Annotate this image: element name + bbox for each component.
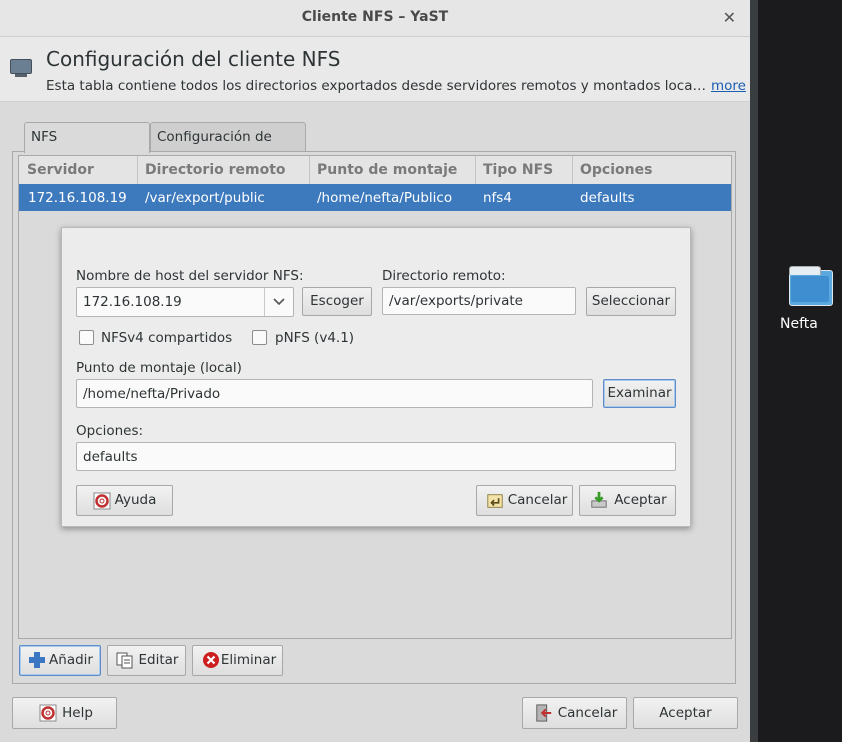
- dialog-help-button[interactable]: Ayuda: [76, 485, 173, 516]
- browse-button[interactable]: Examinar: [603, 379, 676, 408]
- cell-nfs-type: nfs4: [483, 190, 512, 206]
- pnfs-checkbox[interactable]: [252, 330, 267, 345]
- nfs-share-dialog: Nombre de host del servidor NFS: 172.16.…: [61, 227, 691, 527]
- page-description: Esta tabla contiene todos los directorio…: [46, 78, 706, 94]
- close-icon[interactable]: ✕: [723, 8, 736, 27]
- desktop-folder-label: Nefta: [780, 316, 818, 332]
- lifebuoy-icon: [39, 704, 57, 722]
- dialog-help-label: Ayuda: [114, 492, 157, 508]
- page-title: Configuración del cliente NFS: [46, 47, 341, 71]
- add-button[interactable]: Añadir: [19, 645, 101, 676]
- table-header: Servidor Directorio remoto Punto de mont…: [19, 156, 731, 185]
- column-header-remote-dir[interactable]: Directorio remoto: [145, 162, 286, 178]
- dialog-cancel-button[interactable]: Cancelar: [476, 485, 573, 516]
- dialog-accept-label: Aceptar: [614, 492, 667, 508]
- desktop-folder-nefta[interactable]: Nefta: [780, 266, 840, 332]
- cell-mount-point: /home/nefta/Publico: [317, 190, 453, 206]
- network-computer-icon: [10, 59, 32, 77]
- more-link[interactable]: more: [711, 78, 746, 94]
- window-title: Cliente NFS – YaST: [301, 9, 449, 25]
- options-input[interactable]: [76, 442, 676, 471]
- add-button-label: Añadir: [49, 652, 93, 668]
- help-button-label: Help: [62, 705, 93, 721]
- exit-door-icon: [536, 704, 552, 722]
- nfsv4-checkbox[interactable]: [79, 330, 94, 345]
- table-row[interactable]: 172.16.108.19 /var/export/public /home/n…: [19, 184, 731, 211]
- column-header-mount-point[interactable]: Punto de montaje: [317, 162, 457, 178]
- edit-icon: [116, 652, 133, 669]
- help-button[interactable]: Help: [12, 697, 117, 729]
- footer-cancel-label: Cancelar: [557, 705, 618, 721]
- cancel-arrow-icon: [487, 494, 503, 508]
- server-hostname-combo[interactable]: 172.16.108.19: [76, 287, 294, 317]
- mount-point-label: Punto de montaje (local): [76, 360, 242, 376]
- dialog-accept-button[interactable]: Aceptar: [579, 485, 676, 516]
- add-icon: [29, 652, 45, 668]
- column-header-options[interactable]: Opciones: [580, 162, 652, 178]
- footer-cancel-button[interactable]: Cancelar: [522, 697, 627, 729]
- server-hostname-label: Nombre de host del servidor NFS:: [76, 268, 304, 284]
- column-header-nfs-type[interactable]: Tipo NFS: [483, 162, 553, 178]
- cell-options: defaults: [580, 190, 635, 206]
- nfsv4-label: NFSv4 compartidos: [101, 330, 233, 346]
- pnfs-label: pNFS (v4.1): [275, 330, 355, 346]
- mount-point-input[interactable]: [76, 379, 593, 408]
- choose-server-button[interactable]: Escoger: [302, 287, 372, 316]
- chevron-down-icon[interactable]: [264, 288, 293, 316]
- edit-button[interactable]: Editar: [107, 645, 186, 676]
- cell-remote-dir: /var/export/public: [145, 190, 265, 206]
- dialog-cancel-label: Cancelar: [507, 492, 568, 508]
- delete-icon: [203, 652, 219, 668]
- module-header: Configuración del cliente NFS Esta tabla…: [0, 37, 750, 102]
- edit-button-label: Editar: [138, 652, 179, 668]
- lifebuoy-icon: [93, 492, 111, 510]
- folder-icon: [789, 266, 833, 306]
- desktop-edge: [750, 0, 758, 742]
- delete-button-label: Eliminar: [220, 652, 277, 668]
- options-label: Opciones:: [76, 423, 144, 439]
- title-bar: Cliente NFS – YaST ✕: [0, 0, 750, 37]
- footer-accept-button[interactable]: Aceptar: [633, 697, 738, 729]
- remote-dir-input[interactable]: [382, 287, 576, 315]
- delete-button[interactable]: Eliminar: [192, 645, 283, 676]
- cell-server: 172.16.108.19: [28, 190, 127, 206]
- select-remote-dir-button[interactable]: Seleccionar: [586, 287, 676, 316]
- tab-nfs-shares[interactable]: NFS compartidos: [24, 122, 150, 173]
- tab-nfs-settings[interactable]: Configuración de NFS: [150, 122, 306, 173]
- column-header-server[interactable]: Servidor: [27, 162, 94, 178]
- remote-dir-label: Directorio remoto:: [382, 268, 506, 284]
- accept-download-icon: [591, 491, 607, 508]
- server-hostname-value: 172.16.108.19: [83, 294, 182, 310]
- yast-nfs-window: Cliente NFS – YaST ✕ Configuración del c…: [0, 0, 750, 742]
